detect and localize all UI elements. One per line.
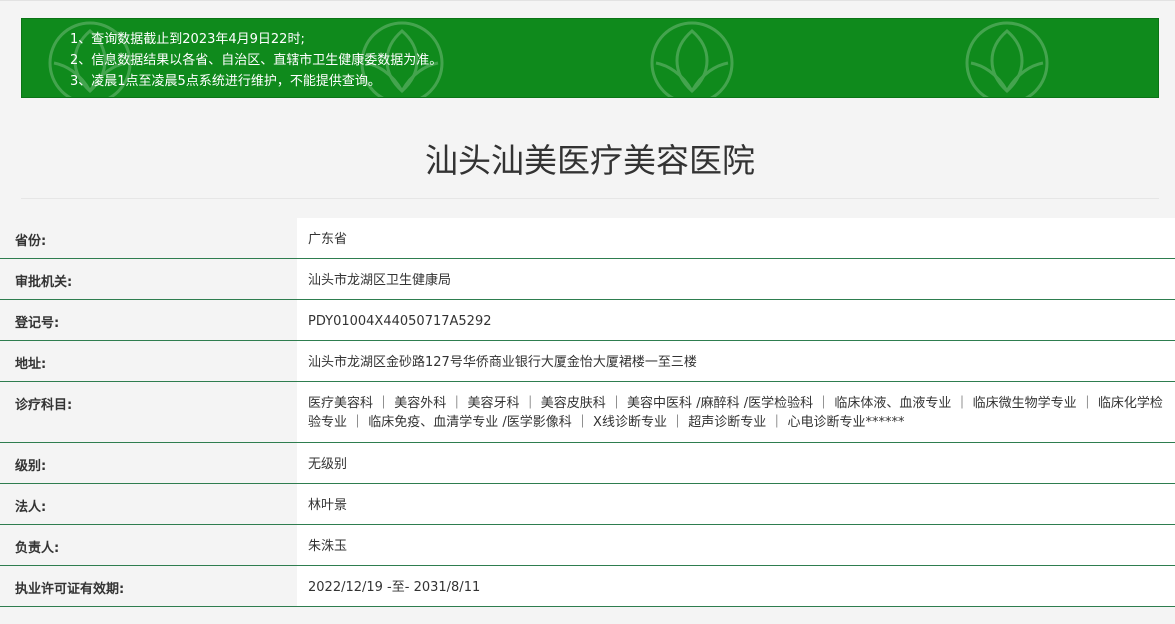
row-value: 广东省	[297, 218, 1175, 258]
table-row: 法人: 林叶景	[0, 484, 1175, 525]
notice-line: 2、信息数据结果以各省、自治区、直辖市卫生健康委数据为准。	[70, 53, 443, 68]
row-label: 法人:	[0, 484, 297, 524]
row-value: 无级别	[297, 443, 1175, 483]
row-label: 省份:	[0, 218, 297, 258]
row-value: 朱洙玉	[297, 525, 1175, 565]
row-label: 地址:	[0, 341, 297, 381]
table-row: 级别: 无级别	[0, 443, 1175, 484]
row-value: 林叶景	[297, 484, 1175, 524]
row-label: 诊疗科目:	[0, 382, 297, 442]
title-divider	[21, 198, 1159, 199]
row-value: PDY01004X44050717A5292	[297, 300, 1175, 340]
notice-line: 1、查询数据截止到2023年4月9日22时;	[70, 32, 305, 47]
notice-line: 3、凌晨1点至凌晨5点系统进行维护，不能提供查询。	[70, 74, 381, 89]
table-row: 地址: 汕头市龙湖区金砂路127号华侨商业银行大厦金怡大厦裙楼一至三楼	[0, 341, 1175, 382]
row-value: 汕头市龙湖区金砂路127号华侨商业银行大厦金怡大厦裙楼一至三楼	[297, 341, 1175, 381]
row-value: 医疗美容科 ｜ 美容外科 ｜ 美容牙科 ｜ 美容皮肤科 ｜ 美容中医科 /麻醉科…	[297, 382, 1175, 442]
table-row: 省份: 广东省	[0, 218, 1175, 259]
leaf-watermark-icon	[965, 21, 1049, 97]
row-label: 审批机关:	[0, 259, 297, 299]
table-row: 登记号: PDY01004X44050717A5292	[0, 300, 1175, 341]
row-label: 级别:	[0, 443, 297, 483]
notice-banner: 1、查询数据截止到2023年4月9日22时; 2、信息数据结果以各省、自治区、直…	[21, 18, 1159, 98]
row-value: 汕头市龙湖区卫生健康局	[297, 259, 1175, 299]
hospital-info-table: 省份: 广东省 审批机关: 汕头市龙湖区卫生健康局 登记号: PDY01004X…	[0, 218, 1175, 607]
table-row: 执业许可证有效期: 2022/12/19 -至- 2031/8/11	[0, 566, 1175, 607]
page-title: 汕头汕美医疗美容医院	[425, 141, 755, 180]
row-label: 执业许可证有效期:	[0, 566, 297, 606]
table-row: 负责人: 朱洙玉	[0, 525, 1175, 566]
leaf-watermark-icon	[650, 21, 734, 97]
table-row: 审批机关: 汕头市龙湖区卫生健康局	[0, 259, 1175, 300]
notice-list: 1、查询数据截止到2023年4月9日22时; 2、信息数据结果以各省、自治区、直…	[70, 29, 442, 92]
row-label: 负责人:	[0, 525, 297, 565]
table-row: 诊疗科目: 医疗美容科 ｜ 美容外科 ｜ 美容牙科 ｜ 美容皮肤科 ｜ 美容中医…	[0, 382, 1175, 443]
row-value: 2022/12/19 -至- 2031/8/11	[297, 566, 1175, 606]
row-label: 登记号:	[0, 300, 297, 340]
page: 1、查询数据截止到2023年4月9日22时; 2、信息数据结果以各省、自治区、直…	[0, 0, 1175, 624]
